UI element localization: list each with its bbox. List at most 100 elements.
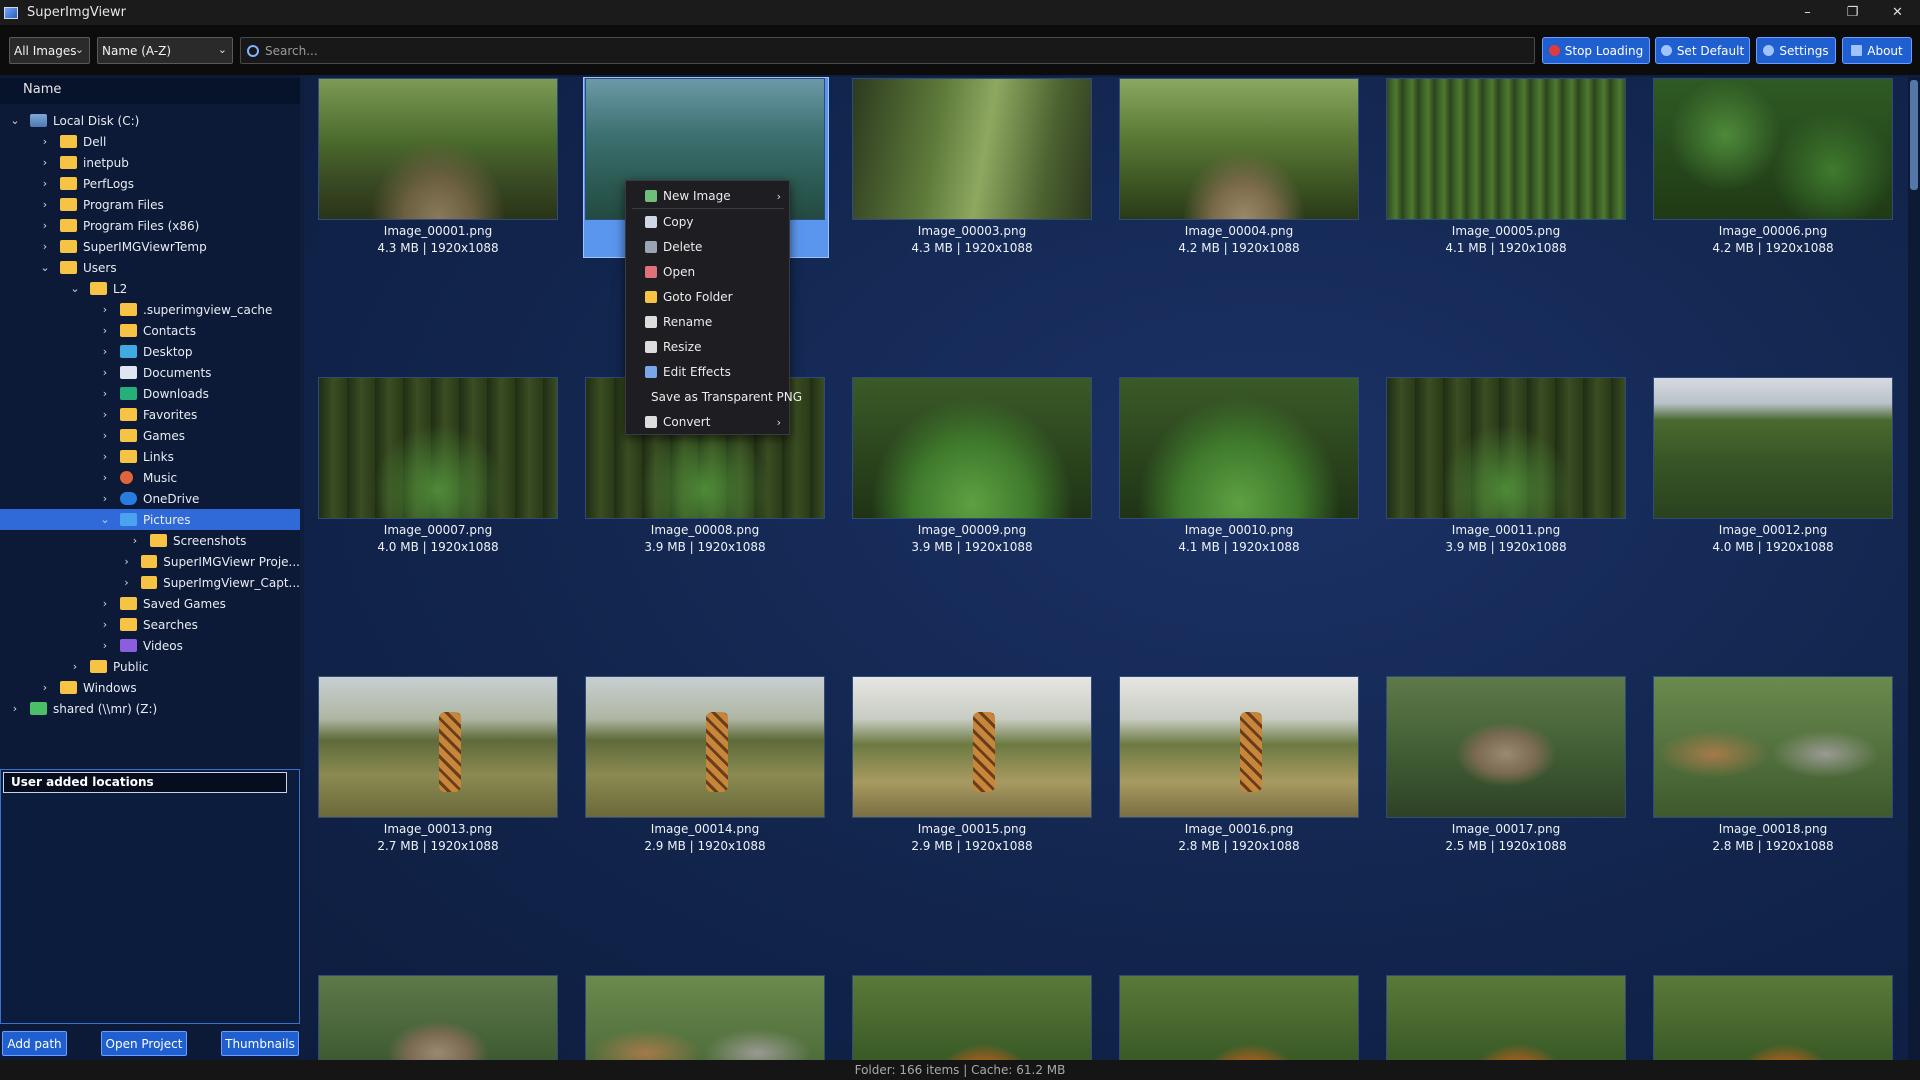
chevron-right-icon[interactable]: › xyxy=(40,156,50,169)
context-menu-item[interactable]: Edit Effects xyxy=(626,361,791,383)
image-thumbnail[interactable] xyxy=(1653,78,1893,220)
chevron-right-icon[interactable]: › xyxy=(100,387,110,400)
image-thumbnail[interactable] xyxy=(1653,377,1893,519)
image-thumbnail[interactable] xyxy=(1386,975,1626,1060)
context-menu-item[interactable]: Rename xyxy=(626,311,791,333)
chevron-right-icon[interactable]: › xyxy=(100,450,110,463)
restore-button[interactable]: ❐ xyxy=(1830,0,1875,25)
chevron-right-icon[interactable]: › xyxy=(40,135,50,148)
chevron-right-icon[interactable]: › xyxy=(130,534,140,547)
image-thumbnail[interactable] xyxy=(1119,377,1359,519)
tree-item[interactable]: › Dell xyxy=(0,131,300,152)
image-thumbnail[interactable] xyxy=(1119,676,1359,818)
context-menu-item[interactable]: Convert › xyxy=(626,411,791,433)
tree-item[interactable]: › Links xyxy=(0,446,300,467)
search-input[interactable]: Search... xyxy=(240,37,1535,64)
chevron-down-icon[interactable]: ⌄ xyxy=(10,114,20,127)
chevron-right-icon[interactable]: › xyxy=(100,408,110,421)
chevron-down-icon[interactable]: ⌄ xyxy=(70,282,80,295)
tree-item[interactable]: › Favorites xyxy=(0,404,300,425)
chevron-down-icon[interactable]: ⌄ xyxy=(100,513,110,526)
chevron-down-icon[interactable]: ⌄ xyxy=(40,261,50,274)
context-menu-item[interactable]: Open xyxy=(626,261,791,283)
chevron-right-icon[interactable]: › xyxy=(122,576,131,589)
image-thumbnail[interactable] xyxy=(318,78,558,220)
image-thumbnail[interactable] xyxy=(852,975,1092,1060)
tree-item[interactable]: › Program Files xyxy=(0,194,300,215)
chevron-right-icon[interactable]: › xyxy=(100,303,110,316)
tree-item[interactable]: › PerfLogs xyxy=(0,173,300,194)
chevron-right-icon[interactable]: › xyxy=(122,555,131,568)
image-thumbnail[interactable] xyxy=(1119,975,1359,1060)
image-thumbnail[interactable] xyxy=(1653,676,1893,818)
user-locations-panel[interactable]: User added locations xyxy=(0,769,300,1024)
settings-button[interactable]: Settings xyxy=(1756,37,1836,64)
tree-item[interactable]: ⌄ L2 xyxy=(0,278,300,299)
image-thumbnail[interactable] xyxy=(1119,78,1359,220)
tree-item[interactable]: › SuperImgViewr_Capt... xyxy=(0,572,300,593)
context-menu-item[interactable]: Delete xyxy=(626,236,791,258)
chevron-right-icon[interactable]: › xyxy=(70,660,80,673)
tree-item[interactable]: › .superimgview_cache xyxy=(0,299,300,320)
image-thumbnail[interactable] xyxy=(1386,676,1626,818)
chevron-right-icon[interactable]: › xyxy=(100,597,110,610)
tree-column-header[interactable]: Name xyxy=(0,78,300,104)
tree-item[interactable]: › Documents xyxy=(0,362,300,383)
context-menu-item[interactable]: Copy xyxy=(626,211,791,233)
tree-item[interactable]: › Videos xyxy=(0,635,300,656)
tree-item[interactable]: › Desktop xyxy=(0,341,300,362)
tree-item[interactable]: › Public xyxy=(0,656,300,677)
chevron-right-icon[interactable]: › xyxy=(100,429,110,442)
tree-item[interactable]: › Downloads xyxy=(0,383,300,404)
chevron-right-icon[interactable]: › xyxy=(100,618,110,631)
chevron-right-icon[interactable]: › xyxy=(100,366,110,379)
open-project-button[interactable]: Open Project xyxy=(101,1031,187,1056)
context-menu-item[interactable]: Resize xyxy=(626,336,791,358)
scrollbar[interactable] xyxy=(1908,77,1920,1060)
minimize-button[interactable]: – xyxy=(1785,0,1830,25)
tree-item[interactable]: ⌄ Pictures xyxy=(0,509,300,530)
tree-item[interactable]: › Searches xyxy=(0,614,300,635)
chevron-right-icon[interactable]: › xyxy=(10,702,20,715)
tree-item[interactable]: › shared (\\mr) (Z:) xyxy=(0,698,300,719)
tree-item[interactable]: › SuperIMGViewr Proje... xyxy=(0,551,300,572)
chevron-right-icon[interactable]: › xyxy=(100,639,110,652)
image-thumbnail[interactable] xyxy=(1386,78,1626,220)
thumbnails-button[interactable]: Thumbnails xyxy=(221,1031,299,1056)
image-thumbnail[interactable] xyxy=(318,676,558,818)
stop-loading-button[interactable]: Stop Loading xyxy=(1542,37,1650,64)
chevron-right-icon[interactable]: › xyxy=(100,324,110,337)
filter-dropdown[interactable]: All Images ⌄ xyxy=(9,37,90,64)
set-default-button[interactable]: Set Default xyxy=(1655,37,1750,64)
image-thumbnail[interactable] xyxy=(1653,975,1893,1060)
tree-item[interactable]: › Contacts xyxy=(0,320,300,341)
chevron-right-icon[interactable]: › xyxy=(40,681,50,694)
chevron-right-icon[interactable]: › xyxy=(40,219,50,232)
thumbnail-grid[interactable]: Image_00001.png 4.3 MB | 1920x1088 Image_0… xyxy=(304,77,1908,1060)
image-thumbnail[interactable] xyxy=(585,975,825,1060)
tree-item[interactable]: › OneDrive xyxy=(0,488,300,509)
image-thumbnail[interactable] xyxy=(318,975,558,1060)
tree-item[interactable]: › inetpub xyxy=(0,152,300,173)
chevron-right-icon[interactable]: › xyxy=(40,198,50,211)
about-button[interactable]: About xyxy=(1842,37,1912,64)
close-button[interactable]: ✕ xyxy=(1875,0,1920,25)
chevron-right-icon[interactable]: › xyxy=(100,492,110,505)
image-thumbnail[interactable] xyxy=(852,676,1092,818)
chevron-right-icon[interactable]: › xyxy=(100,345,110,358)
context-menu-item[interactable]: Save as Transparent PNG xyxy=(626,386,802,408)
tree-item[interactable]: › SuperIMGViewrTemp xyxy=(0,236,300,257)
chevron-right-icon[interactable]: › xyxy=(100,471,110,484)
image-thumbnail[interactable] xyxy=(318,377,558,519)
scrollbar-thumb[interactable] xyxy=(1910,80,1918,190)
sort-dropdown[interactable]: Name (A-Z) ⌄ xyxy=(97,37,233,64)
image-thumbnail[interactable] xyxy=(1386,377,1626,519)
tree-item[interactable]: ⌄ Users xyxy=(0,257,300,278)
add-path-button[interactable]: Add path xyxy=(2,1031,67,1056)
context-menu-item[interactable]: New Image › xyxy=(626,185,791,207)
tree-item[interactable]: › Music xyxy=(0,467,300,488)
image-thumbnail[interactable] xyxy=(852,78,1092,220)
image-thumbnail[interactable] xyxy=(585,676,825,818)
tree-item[interactable]: › Games xyxy=(0,425,300,446)
tree-item[interactable]: › Windows xyxy=(0,677,300,698)
